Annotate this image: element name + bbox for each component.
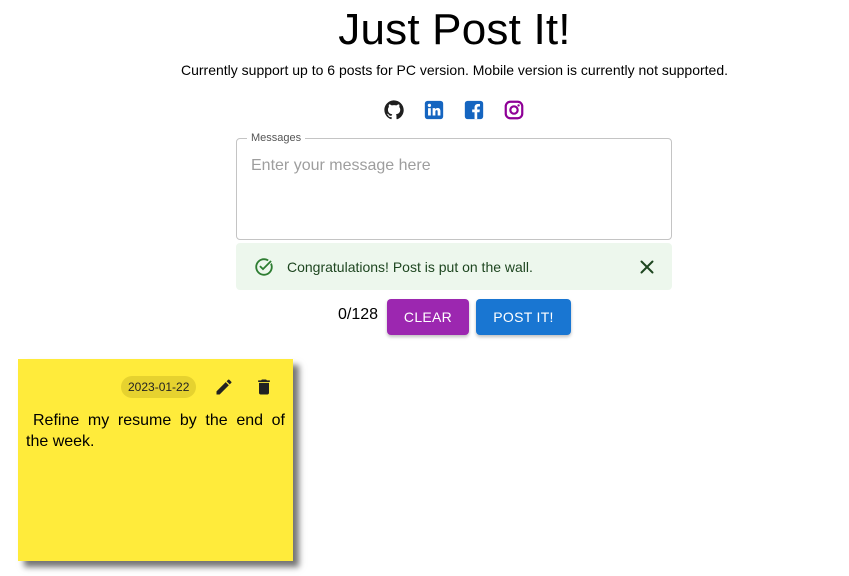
facebook-icon[interactable]: [462, 98, 486, 122]
note-text: Refine my resume by the end of the week.: [26, 412, 285, 450]
close-icon[interactable]: [638, 258, 656, 276]
page: Just Post It! Currently support up to 6 …: [0, 0, 849, 576]
page-subtitle: Currently support up to 6 posts for PC v…: [180, 62, 729, 78]
post-it-button[interactable]: POST IT!: [476, 299, 571, 335]
check-circle-icon: [253, 256, 275, 278]
alert-message: Congratulations! Post is put on the wall…: [287, 259, 533, 275]
clear-button[interactable]: CLEAR: [387, 299, 469, 335]
social-links: [382, 98, 526, 122]
message-input[interactable]: [251, 157, 656, 232]
linkedin-icon[interactable]: [422, 98, 446, 122]
instagram-icon[interactable]: [502, 98, 526, 122]
sticky-note: 2023-01-22 Refine my resume by the end o…: [18, 359, 293, 561]
trash-icon[interactable]: [252, 375, 276, 399]
success-alert: Congratulations! Post is put on the wall…: [236, 243, 672, 290]
github-icon[interactable]: [382, 98, 406, 122]
messages-label: Messages: [247, 131, 306, 145]
page-title: Just Post It!: [338, 5, 571, 54]
messages-field: Messages: [236, 131, 672, 240]
character-counter: 0/128: [338, 306, 379, 323]
note-date-badge: 2023-01-22: [121, 376, 197, 398]
pencil-icon[interactable]: [212, 375, 236, 399]
